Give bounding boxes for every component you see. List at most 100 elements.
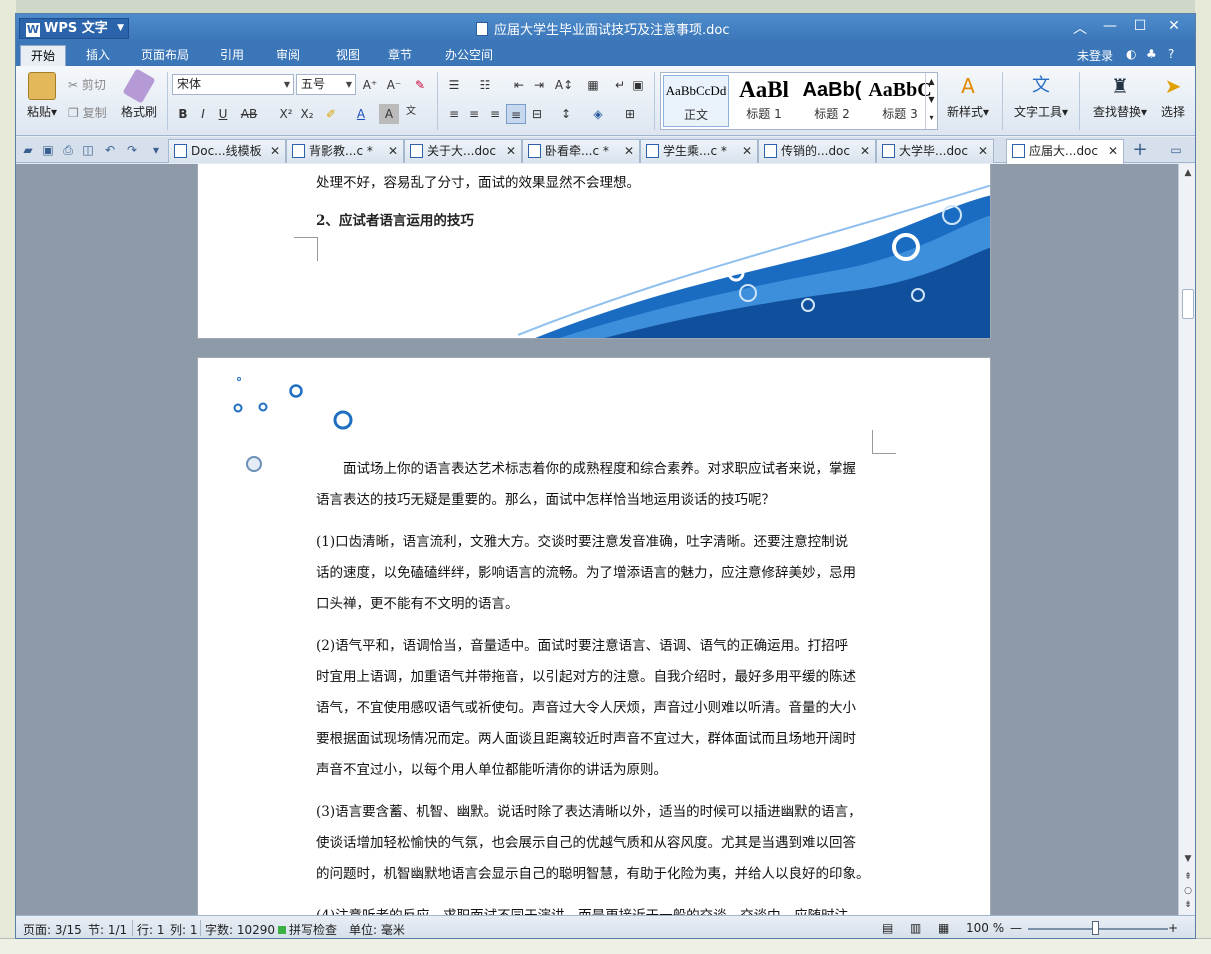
justify-icon[interactable]: ≡ [506, 104, 526, 124]
doc-tab[interactable]: Doc...线模板 ✕ [168, 139, 286, 163]
outline-view-icon[interactable]: ▥ [910, 921, 921, 935]
web-view-icon[interactable]: ▦ [938, 921, 949, 935]
tab-page-layout[interactable]: 页面布局 [131, 45, 199, 66]
highlight-icon[interactable]: ✐ [321, 104, 341, 124]
tab-insert[interactable]: 插入 [76, 45, 120, 66]
page-indicator[interactable]: 页面: 3/15 [23, 921, 82, 938]
maximize-button[interactable]: ☐ [1128, 18, 1152, 34]
close-icon[interactable]: ✕ [1108, 140, 1118, 162]
style-heading-1[interactable]: AaBl 标题 1 [731, 75, 797, 127]
cut-button[interactable]: ✂ 剪切 [68, 76, 106, 93]
minimize-button[interactable]: — [1098, 18, 1122, 34]
decrease-indent-icon[interactable]: ⇤ [509, 75, 529, 95]
close-icon[interactable]: ✕ [506, 140, 516, 162]
tab-list-icon[interactable]: ▭ [1168, 142, 1184, 158]
doc-tab[interactable]: 背影教...c * ✕ [286, 139, 404, 163]
tab-chapter[interactable]: 章节 [378, 45, 422, 66]
new-tab-icon[interactable]: + [1132, 141, 1148, 159]
doc-tab[interactable]: 大学毕...doc ✕ [876, 139, 994, 163]
clear-format-icon[interactable]: ✎ [410, 75, 430, 95]
tab-review[interactable]: 审阅 [266, 45, 310, 66]
strikethrough-button[interactable]: AB [239, 104, 259, 124]
shrink-font-button[interactable]: A⁻ [384, 75, 404, 95]
subscript-button[interactable]: X₂ [297, 104, 317, 124]
scroll-up-icon[interactable]: ▲ [1182, 168, 1194, 178]
align-right-icon[interactable]: ≡ [485, 104, 505, 124]
font-size-select[interactable]: 五号 ▼ [296, 74, 356, 95]
tab-start[interactable]: 开始 [20, 45, 67, 66]
tab-view[interactable]: 视图 [326, 45, 370, 66]
unit-indicator[interactable]: 单位: 毫米 [349, 921, 405, 938]
font-color-button[interactable]: A [351, 104, 371, 124]
borders-icon[interactable]: ⊞ [620, 104, 640, 124]
tab-references[interactable]: 引用 [210, 45, 254, 66]
style-normal[interactable]: AaBbCcDd 正文 [663, 75, 729, 127]
doc-tab[interactable]: 学生乘...c * ✕ [640, 139, 758, 163]
login-status[interactable]: 未登录 [1077, 47, 1113, 64]
table-icon[interactable]: ▦ [583, 75, 603, 95]
open-folder-icon[interactable]: ▰ [20, 142, 36, 158]
numbered-list-icon[interactable]: ☷ [475, 75, 495, 95]
paragraph-mark-icon[interactable]: ↵ [610, 75, 630, 95]
print-icon[interactable]: ⎙ [60, 142, 76, 158]
print-preview-icon[interactable]: ◫ [80, 142, 96, 158]
collapse-ribbon-icon[interactable]: ︿ [1068, 18, 1092, 38]
phonetic-guide-button[interactable]: 文 [401, 102, 421, 122]
close-icon[interactable]: ✕ [860, 140, 870, 162]
undo-icon[interactable]: ↶ [102, 142, 118, 158]
close-icon[interactable]: ✕ [978, 140, 988, 162]
prev-page-icon[interactable]: ⇞ [1182, 872, 1194, 882]
doc-tab[interactable]: 关于大...doc ✕ [404, 139, 522, 163]
close-icon[interactable]: ✕ [270, 140, 280, 162]
superscript-button[interactable]: X² [276, 104, 296, 124]
grow-font-button[interactable]: A⁺ [360, 75, 380, 95]
char-shading-button[interactable]: A [379, 104, 399, 124]
underline-button[interactable]: U [213, 104, 233, 124]
text-tools-button[interactable]: 文 文字工具▾ [1010, 72, 1072, 120]
close-icon[interactable]: ✕ [742, 140, 752, 162]
skin-icon[interactable]: ◐ [1126, 47, 1136, 61]
zoom-slider-thumb[interactable] [1092, 921, 1099, 935]
text-box-icon[interactable]: ▣ [628, 75, 648, 95]
quick-access-dropdown-icon[interactable]: ▾ [148, 142, 164, 158]
align-center-icon[interactable]: ≡ [464, 104, 484, 124]
align-left-icon[interactable]: ≡ [444, 104, 464, 124]
style-heading-2[interactable]: AaBb( 标题 2 [799, 75, 865, 127]
page-view-icon[interactable]: ▤ [882, 921, 893, 935]
redo-icon[interactable]: ↷ [124, 142, 140, 158]
distribute-icon[interactable]: ⊟ [527, 104, 547, 124]
scrollbar-thumb[interactable] [1182, 289, 1194, 319]
find-replace-button[interactable]: ♜ 查找替换▾ [1089, 72, 1151, 120]
zoom-out-button[interactable]: — [1010, 921, 1022, 935]
close-button[interactable]: ✕ [1162, 18, 1186, 34]
select-button[interactable]: ➤ 选择 [1156, 72, 1190, 120]
font-name-select[interactable]: 宋体 ▼ [172, 74, 294, 95]
shirt-icon[interactable]: ♣ [1146, 47, 1157, 61]
word-count[interactable]: 字数: 10290 [205, 921, 275, 938]
zoom-in-button[interactable]: + [1168, 921, 1178, 935]
new-style-button[interactable]: A 新样式▾ [942, 72, 994, 120]
italic-button[interactable]: I [193, 104, 213, 124]
doc-tab[interactable]: 卧看牵...c * ✕ [522, 139, 640, 163]
help-button[interactable]: ? [1168, 47, 1174, 61]
save-icon[interactable]: ▣ [40, 142, 56, 158]
browse-object-icon[interactable]: ○ [1182, 886, 1194, 896]
format-painter-button[interactable]: 格式刷 [116, 68, 162, 120]
comment-icon[interactable] [246, 456, 262, 472]
bullet-list-icon[interactable]: ☰ [444, 75, 464, 95]
next-page-icon[interactable]: ⇟ [1182, 900, 1194, 910]
increase-indent-icon[interactable]: ⇥ [529, 75, 549, 95]
paste-button[interactable]: 粘贴▾ [24, 72, 60, 120]
close-icon[interactable]: ✕ [388, 140, 398, 162]
scroll-down-icon[interactable]: ▼ [1182, 854, 1194, 864]
doc-tab[interactable]: 传销的...doc ✕ [758, 139, 876, 163]
line-spacing-icon[interactable]: ↕ [556, 104, 576, 124]
style-heading-3[interactable]: AaBbC 标题 3 [867, 75, 933, 127]
spellcheck-toggle[interactable]: 拼写检查 [278, 921, 337, 938]
vertical-scrollbar[interactable]: ▲ ▼ ⇞ ○ ⇟ [1178, 164, 1195, 915]
copy-button[interactable]: ❐ 复制 [68, 104, 107, 121]
text-direction-icon[interactable]: A↕ [554, 75, 574, 95]
shading-icon[interactable]: ◈ [588, 104, 608, 124]
tab-office-space[interactable]: 办公空间 [435, 45, 503, 66]
zoom-level[interactable]: 100 % [966, 921, 1004, 935]
